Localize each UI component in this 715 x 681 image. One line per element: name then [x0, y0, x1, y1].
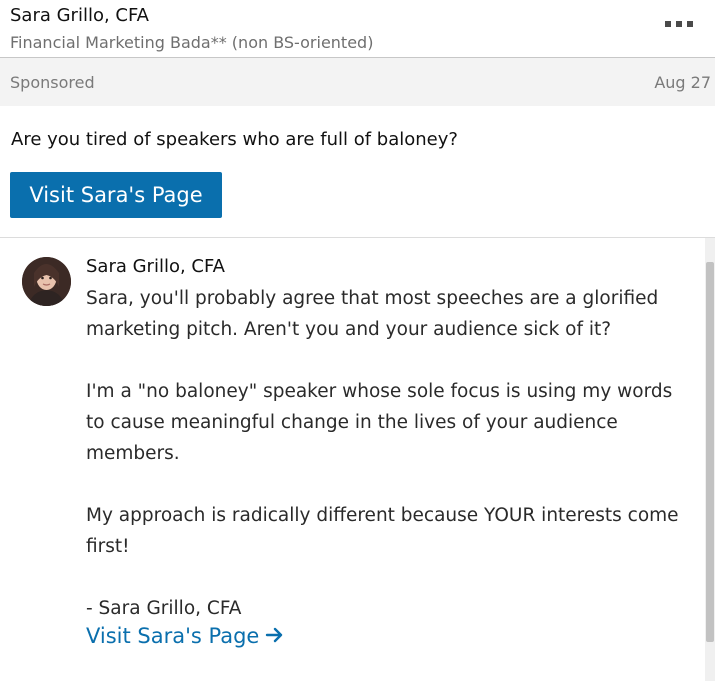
sender-headline: Financial Marketing Bada** (non BS-orien… — [10, 33, 374, 52]
message-signature: - Sara Grillo, CFA — [86, 598, 242, 619]
visit-page-button[interactable]: Visit Sara's Page — [10, 172, 222, 218]
profile-photo-icon — [22, 257, 71, 306]
ad-headline: Are you tired of speakers who are full o… — [11, 129, 458, 150]
sender-name[interactable]: Sara Grillo, CFA — [10, 5, 149, 26]
sponsored-bar: Sponsored Aug 27 — [0, 58, 715, 106]
avatar[interactable] — [22, 257, 71, 306]
scrollbar-thumb[interactable] — [706, 262, 714, 642]
message-body: Sara, you'll probably agree that most sp… — [86, 283, 696, 624]
more-dot — [676, 21, 682, 27]
visit-page-link[interactable]: Visit Sara's Page — [86, 624, 285, 648]
arrow-right-icon — [265, 624, 285, 648]
message-paragraph: I'm a "no baloney" speaker whose sole fo… — [86, 381, 673, 464]
message-header: Sara Grillo, CFA Financial Marketing Bad… — [0, 0, 715, 58]
sponsored-label: Sponsored — [10, 73, 95, 92]
message-paragraph: My approach is radically different becau… — [86, 505, 679, 557]
more-options-icon[interactable] — [665, 21, 697, 33]
visit-page-link-label: Visit Sara's Page — [86, 624, 260, 648]
more-dot — [665, 21, 671, 27]
message-sender-name[interactable]: Sara Grillo, CFA — [86, 256, 225, 277]
message-date: Aug 27 — [654, 73, 711, 92]
message-paragraph: Sara, you'll probably agree that most sp… — [86, 288, 659, 340]
more-dot — [687, 21, 693, 27]
